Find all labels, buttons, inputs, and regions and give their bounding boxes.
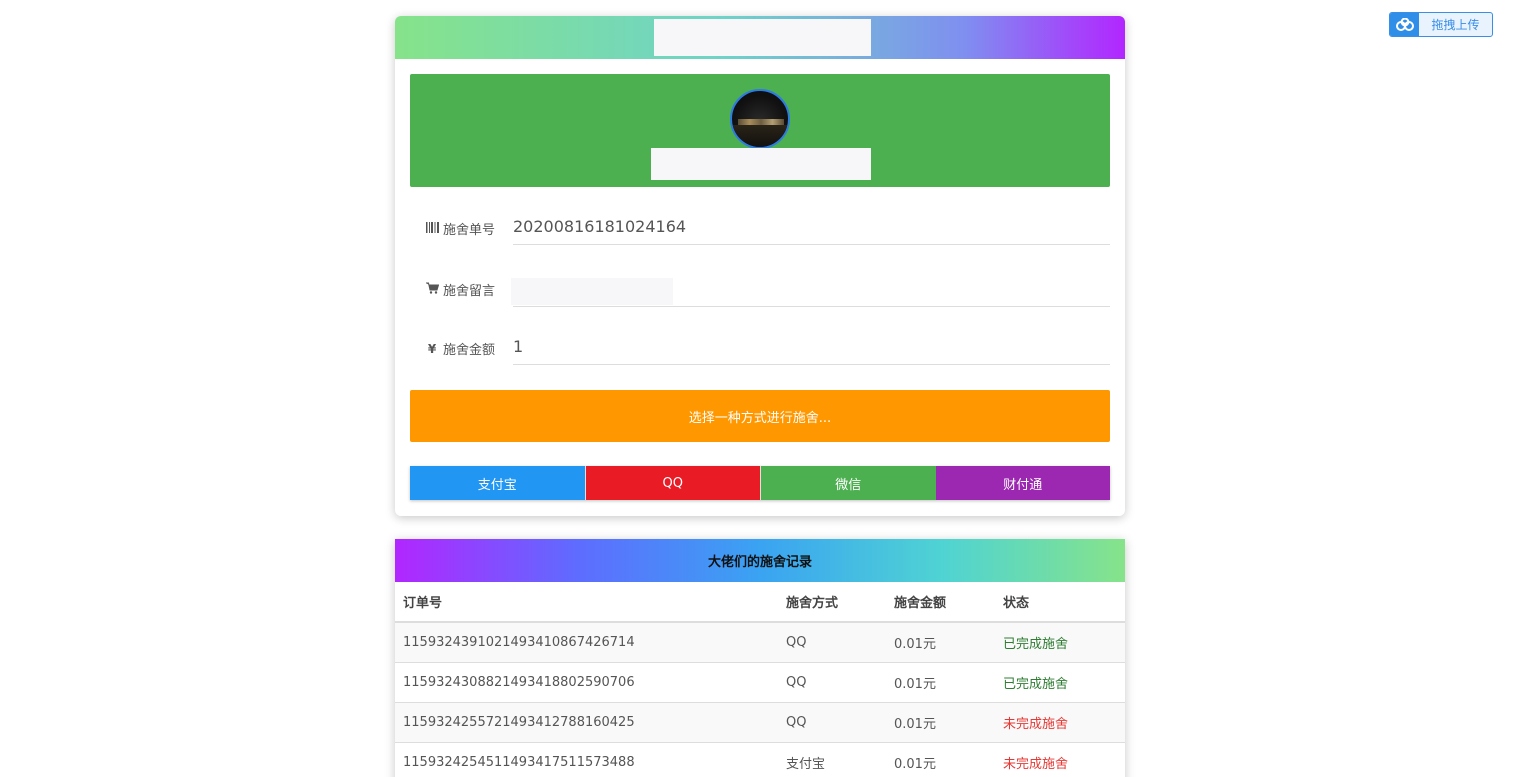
order-cell: 1159324391021493410867426714	[395, 621, 778, 662]
records-title: 大佬们的施舍记录	[395, 539, 1125, 582]
amount-field[interactable]: 1	[513, 333, 1110, 365]
records-table: 订单号 施舍方式 施舍金额 状态 11593243910214934108674…	[395, 582, 1125, 777]
column-header-status: 状态	[995, 582, 1125, 623]
table-row: 1159324308821493418802590706 QQ 0.01元 已完…	[395, 661, 1125, 702]
avatar	[730, 89, 790, 149]
table-row: 1159324391021493410867426714 QQ 0.01元 已完…	[395, 621, 1125, 662]
order-number-label: 施舍单号	[443, 223, 496, 238]
profile-panel	[410, 74, 1110, 187]
amount-label: 施舍金额	[443, 343, 496, 358]
donation-records: 大佬们的施舍记录 订单号 施舍方式 施舍金额 状态 11593243910214…	[395, 539, 1125, 777]
upload-label: 拖拽上传	[1431, 18, 1480, 32]
status-cell: 已完成施舍	[995, 661, 1125, 702]
column-header-method: 施舍方式	[778, 582, 886, 623]
title-placeholder	[654, 19, 871, 56]
wechat-pay-button[interactable]: 微信	[761, 466, 936, 500]
amount-cell: 0.01元	[886, 621, 995, 662]
amount-cell: 0.01元	[886, 661, 995, 702]
order-number-row: 施舍单号 20200816181024164	[410, 213, 1110, 253]
card-header	[395, 16, 1125, 59]
method-cell: QQ	[778, 701, 886, 742]
page: 拖拽上传 施舍单号 20200816181024164 施舍留言 ¥ 施舍金额 …	[0, 0, 1521, 777]
drag-upload-widget[interactable]: 拖拽上传	[1389, 12, 1493, 37]
status-cell: 未完成施舍	[995, 741, 1125, 777]
qq-pay-button[interactable]: QQ	[584, 466, 761, 500]
method-cell: QQ	[778, 661, 886, 702]
order-cell: 1159324255721493412788160425	[395, 701, 778, 742]
payment-prompt: 选择一种方式进行施舍...	[410, 390, 1110, 442]
profile-name-placeholder	[651, 148, 871, 180]
table-row: 1159324254511493417511573488 支付宝 0.01元 未…	[395, 741, 1125, 777]
column-header-amount: 施舍金额	[886, 582, 995, 623]
status-cell: 未完成施舍	[995, 701, 1125, 742]
status-cell: 已完成施舍	[995, 621, 1125, 662]
cart-icon	[425, 282, 439, 297]
table-row: 1159324255721493412788160425 QQ 0.01元 未完…	[395, 701, 1125, 742]
amount-cell: 0.01元	[886, 741, 995, 777]
method-cell: QQ	[778, 621, 886, 662]
donation-card: 施舍单号 20200816181024164 施舍留言 ¥ 施舍金额 1 选择一…	[395, 16, 1125, 516]
tenpay-button[interactable]: 财付通	[935, 466, 1110, 500]
payment-methods: 支付宝 QQ 微信 财付通	[410, 466, 1110, 500]
column-header-order: 订单号	[395, 582, 778, 623]
message-label: 施舍留言	[443, 284, 496, 299]
method-cell: 支付宝	[778, 741, 886, 777]
amount-row: ¥ 施舍金额 1	[410, 333, 1110, 373]
message-row: 施舍留言	[410, 278, 1110, 318]
barcode-icon	[425, 221, 439, 236]
order-cell: 1159324308821493418802590706	[395, 661, 778, 702]
order-cell: 1159324254511493417511573488	[395, 741, 778, 777]
baidu-cloud-icon	[1390, 13, 1419, 36]
yen-icon: ¥	[427, 341, 437, 356]
message-placeholder	[511, 278, 673, 305]
amount-cell: 0.01元	[886, 701, 995, 742]
alipay-button[interactable]: 支付宝	[410, 466, 585, 500]
order-number-field[interactable]: 20200816181024164	[513, 213, 1110, 245]
